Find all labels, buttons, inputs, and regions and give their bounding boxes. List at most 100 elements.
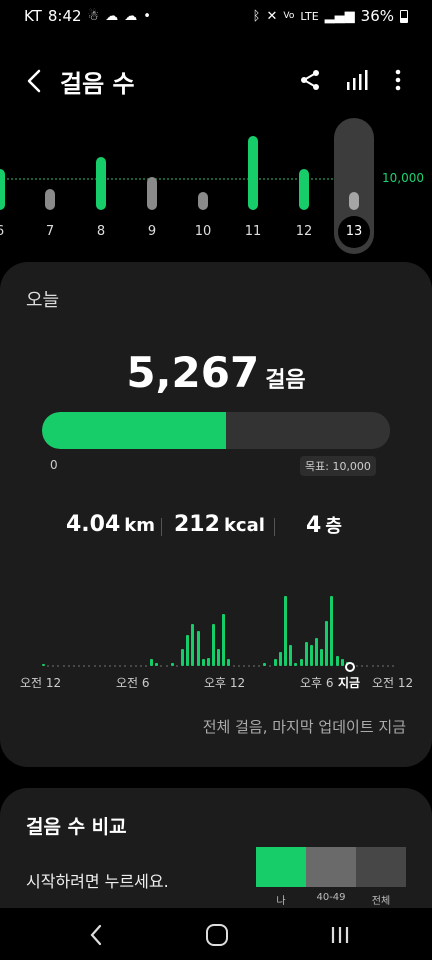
stat-divider (274, 518, 275, 536)
floors-unit: 층 (325, 516, 342, 537)
hour-bar (181, 648, 185, 666)
compare-bar-me (256, 847, 306, 887)
day-bar[interactable] (299, 169, 309, 210)
hour-dot (62, 665, 65, 667)
hour-bar (340, 659, 344, 666)
chart-icon[interactable] (344, 68, 368, 92)
bluetooth-icon: ᛒ (252, 8, 261, 24)
weather-icon: ☁ (124, 8, 138, 24)
day-label[interactable]: 7 (35, 224, 65, 239)
hour-label: 오전 12 (20, 676, 62, 690)
hour-dot (108, 665, 111, 667)
activity-stats: 4.04 km 212 kcal 4층 (0, 512, 432, 542)
hour-dot (381, 665, 384, 667)
hour-dot (67, 665, 70, 667)
day-label[interactable]: 12 (289, 224, 319, 239)
hour-bar (222, 613, 226, 666)
steps-summary: 5,267 걸음 (0, 348, 432, 397)
compare-bar-all (356, 847, 406, 887)
hour-dot (268, 665, 271, 667)
hour-label-now: 지금 (338, 676, 361, 690)
dot-icon: • (143, 8, 151, 24)
status-bar: KT 8:42 ☃ ☁ ☁ • ᛒ ✕ Vo LTE ▂▄▆ 36% (0, 0, 432, 34)
today-heading: 오늘 (26, 290, 60, 311)
hour-dot (237, 665, 240, 667)
day-label[interactable]: 6 (0, 224, 15, 239)
hour-bar (289, 645, 293, 666)
hour-bar (150, 659, 154, 666)
day-bar[interactable] (349, 191, 359, 210)
day-label[interactable]: 11 (238, 224, 268, 239)
hour-bar (201, 659, 205, 666)
hour-dot (371, 665, 374, 667)
compare-label-me: 나 (276, 896, 286, 907)
hour-bar (170, 662, 174, 666)
hour-dot (361, 665, 364, 667)
day-label[interactable]: 10 (188, 224, 218, 239)
day-bar[interactable] (96, 156, 106, 210)
goal-line (0, 178, 372, 180)
hour-dot (356, 665, 359, 667)
hour-bar (42, 663, 45, 666)
day-bar[interactable] (147, 176, 157, 210)
day-bar[interactable] (248, 136, 258, 210)
hour-bar (186, 634, 190, 666)
hour-dot (376, 665, 379, 667)
compare-subtitle: 시작하려면 누르세요. (26, 872, 169, 891)
hour-dot (57, 665, 60, 667)
day-bar[interactable] (0, 169, 5, 210)
hour-dot (387, 665, 390, 667)
carrier: KT (24, 7, 42, 25)
hour-dot (98, 665, 101, 667)
day-bar[interactable] (45, 189, 55, 210)
battery-percent: 36% (360, 7, 394, 25)
hour-bar (191, 624, 195, 666)
hour-bar (155, 663, 159, 666)
more-icon[interactable] (386, 68, 410, 92)
hour-bar (211, 624, 215, 666)
daily-steps-chart[interactable]: 10,000 6 7 8 9 10 11 12 13 (0, 110, 432, 260)
signal-icon: ▂▄▆ (324, 8, 355, 24)
steps-progress-bar (42, 412, 390, 449)
calories-unit: kcal (223, 515, 265, 536)
steps-unit: 걸음 (265, 368, 306, 393)
page-title: 걸음 수 (60, 70, 135, 98)
hour-dot (232, 665, 235, 667)
day-bar[interactable] (198, 191, 208, 210)
nav-recents-icon[interactable] (330, 924, 350, 946)
progress-min: 0 (50, 458, 58, 472)
compare-bar-age (306, 847, 356, 887)
hour-dot (242, 665, 245, 667)
day-label[interactable]: 8 (86, 224, 116, 239)
clock: 8:42 (47, 7, 82, 25)
day-label-selected[interactable]: 13 (338, 216, 370, 248)
steps-count: 5,267 (126, 348, 260, 397)
hour-dot (145, 665, 147, 667)
nav-home-icon[interactable] (206, 924, 228, 946)
compare-title: 걸음 수 비교 (26, 816, 127, 838)
cloud-icon: ☁ (105, 8, 119, 24)
goal-badge: 목표: 10,000 (300, 456, 376, 476)
hour-dot (119, 665, 122, 667)
app-bar: 걸음 수 (0, 58, 432, 104)
calories-stat: 212 kcal (174, 512, 265, 537)
back-icon[interactable] (22, 66, 46, 96)
calories-value: 212 (174, 512, 220, 537)
hour-bar (309, 645, 313, 666)
hour-dot (248, 665, 250, 667)
hour-dot (160, 665, 163, 667)
distance-unit: km (124, 515, 156, 536)
compare-card[interactable]: 걸음 수 비교 시작하려면 누르세요. 나 40-49 전체 (0, 788, 432, 908)
share-icon[interactable] (298, 68, 322, 92)
distance-stat: 4.04 km (66, 512, 155, 537)
hour-bar (196, 631, 200, 666)
nav-back-icon[interactable] (86, 922, 106, 948)
day-label[interactable]: 9 (137, 224, 167, 239)
hour-dot (165, 665, 168, 667)
last-updated: 전체 걸음, 마지막 업데이트 지금 (202, 718, 406, 736)
hour-bar (314, 638, 318, 666)
hour-dot (124, 665, 127, 667)
today-card[interactable]: 오늘 5,267 걸음 0 목표: 10,000 4.04 km 212 kcal 4… (0, 262, 432, 767)
stat-divider (161, 518, 162, 536)
hour-dot (258, 665, 261, 667)
